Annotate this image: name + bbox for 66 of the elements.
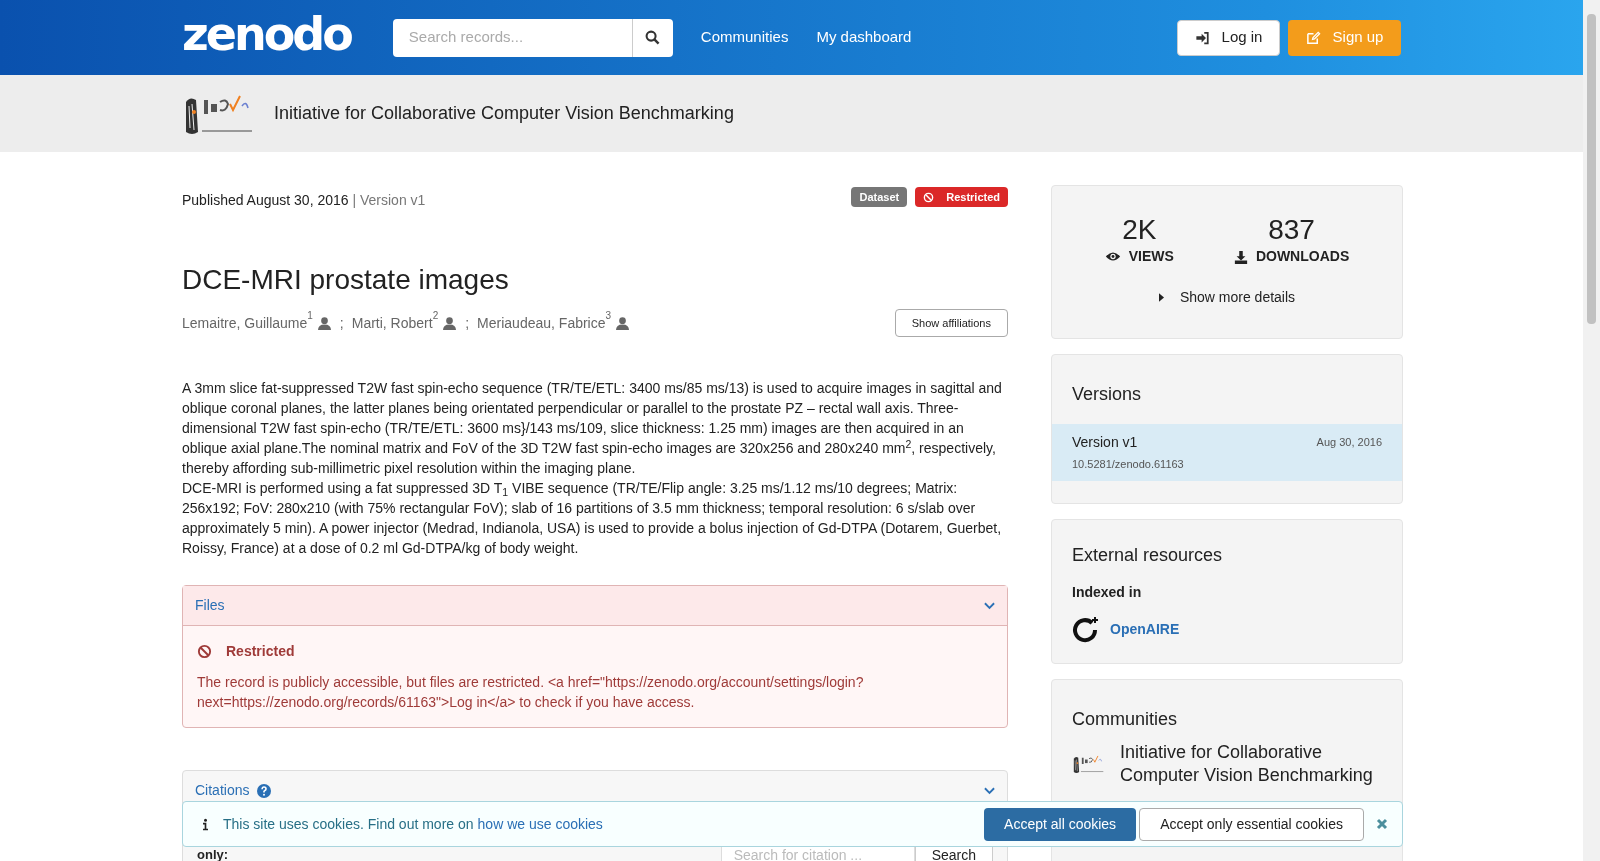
person-icon xyxy=(316,316,332,330)
record-title: DCE-MRI prostate images xyxy=(182,263,510,297)
prohibited-icon xyxy=(197,644,212,659)
community-link[interactable]: Initiative for Collaborative Computer Vision Benchmarking xyxy=(1120,741,1380,787)
logo[interactable]: zenodo xyxy=(182,10,351,57)
eye-icon xyxy=(1104,251,1121,262)
affiliation-number: 2 xyxy=(432,310,439,321)
notice-title: Restricted xyxy=(226,642,295,661)
access-badge: Restricted xyxy=(915,187,1008,207)
card-title: External resources xyxy=(1072,544,1224,567)
author-name[interactable]: Marti, Robert xyxy=(351,312,433,334)
chevron-down-icon[interactable] xyxy=(984,601,995,610)
stat-label: DOWNLOADS xyxy=(1255,247,1350,266)
author-name[interactable]: Lemaitre, Guillaume xyxy=(182,312,308,334)
stat-label: VIEWS xyxy=(1128,247,1174,266)
show-more-details[interactable]: Show more details xyxy=(1158,287,1296,308)
nav-link[interactable]: Communities xyxy=(700,26,789,49)
search-field[interactable]: Search records... xyxy=(392,18,632,57)
version-date: Aug 30, 2016 xyxy=(1316,435,1382,451)
accept-all-button[interactable]: Accept all cookies xyxy=(984,807,1137,841)
scrollbar[interactable] xyxy=(1583,0,1600,861)
notice-text: The record is publicly accessible, but files are restricted. <a href="https://zenodo.org/account/settings/login?next=https://zenodo.org/records/61163">Log in</a> to check if you have access. xyxy=(197,673,865,712)
affiliation-number: 3 xyxy=(605,310,612,321)
version-doi: 10.5281/zenodo.61163 xyxy=(1072,457,1185,472)
version-name: Version v1 xyxy=(1072,433,1138,452)
files-header[interactable]: Files xyxy=(195,595,225,616)
openaire-link[interactable]: OpenAIRE xyxy=(1110,618,1180,640)
publication-date: Published August 30, 2016 xyxy=(182,192,349,208)
person-icon xyxy=(442,316,458,330)
stat-value: 837 xyxy=(1268,214,1315,246)
affiliation-number: 1 xyxy=(307,310,313,321)
author-separator: ; xyxy=(465,313,470,333)
cookie-text: This site uses cookies. Find out more on xyxy=(223,814,474,834)
type-badge: Dataset xyxy=(851,187,908,207)
search-button[interactable] xyxy=(631,18,673,57)
person-icon xyxy=(615,316,631,330)
caret-right-icon xyxy=(1158,293,1164,302)
card-title: Communities xyxy=(1072,708,1179,731)
version-item[interactable]: Version v1 Aug 30, 2016 10.5281/zenodo.61163 xyxy=(1052,424,1402,481)
show-affiliations-button[interactable]: Show affiliations xyxy=(894,309,1008,337)
accept-essential-button[interactable]: Accept only essential cookies xyxy=(1139,807,1364,841)
chevron-down-icon[interactable] xyxy=(984,786,995,795)
stat-value: 2K xyxy=(1122,214,1157,246)
author-separator: ; xyxy=(339,313,344,333)
prohibited-icon xyxy=(923,191,935,203)
description-paragraph: DCE-MRI is performed using a fat suppressed 3D T$_{1}$ VIBE sequence (TR/TE/Flip angle: 3.25 ms/1.12 ms/10 degrees; Matrix: 256x192; FoV: 280x210 (with 75% rectangular FoV); slab of 16 partitions of 3.5 mm thickness; temporal resolution: 6 s/slab over approximately 5 min). A power injector (Medrad, Indianola, USA) is used to provide a bolus injection of Gd-DTPA (Dotarem, Guerbet, Roissy, France) at a dose of 0.2 ml Gd-DTPA/kg of body weight. xyxy=(182,479,1003,558)
version-label: | Version v1 xyxy=(352,192,426,208)
nav-link[interactable]: My dashboard xyxy=(816,26,912,49)
download-icon xyxy=(1233,249,1248,264)
edit-icon xyxy=(1305,30,1321,45)
cookie-policy-link[interactable]: how we use cookies xyxy=(477,813,603,835)
community-logo xyxy=(1072,754,1106,774)
login-button[interactable]: Log in xyxy=(1177,19,1280,56)
filter-label: only: xyxy=(197,848,230,861)
citations-header[interactable]: Citations xyxy=(195,780,250,801)
card-title: Versions xyxy=(1071,383,1143,406)
indexed-in-label: Indexed in xyxy=(1072,583,1143,602)
info-icon xyxy=(203,817,208,831)
ring-logo-icon xyxy=(1072,615,1100,643)
help-icon[interactable] xyxy=(257,783,272,798)
description-paragraph: A 3mm slice fat-suppressed T2W fast spin-echo sequence (TR/TE/ETL: 3400 ms/85 ms/13) is used to acquire images in sagittal and oblique coronal planes, the latter planes being orientated perpendicular or parallel to the prostate PZ – rectal wall axis. Three-dimensional T2W fast spin-echo (TR/TE/ETL: 3600 ms}/143 ms/109, slice thickness: 1.25 mm) images are then acquired in an oblique axial plane.The nominal matrix and FoV of the 3D T2W fast spin-echo images are 320x256 and 280x240 mm$^{2}$, respectively, thereby affording sub-millimetric pixel resolution within the imaging plane. xyxy=(182,379,1003,478)
close-icon[interactable] xyxy=(1376,818,1388,830)
author-name[interactable]: Meriaudeau, Fabrice xyxy=(477,312,606,334)
sign-in-icon xyxy=(1194,30,1210,45)
community-title[interactable]: Initiative for Collaborative Computer Vision Benchmarking xyxy=(274,100,734,127)
search-icon xyxy=(645,30,661,45)
